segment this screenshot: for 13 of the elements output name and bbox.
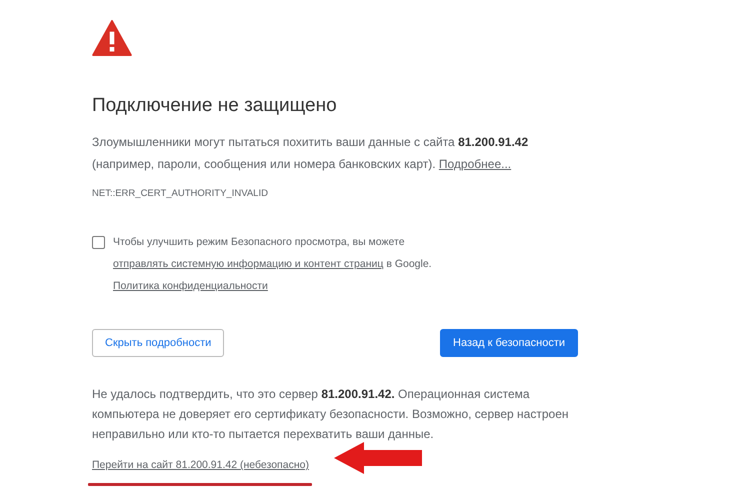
consent-link[interactable]: отправлять системную информацию и контент страниц [113,258,384,270]
details-text: Не удалось подтвердить, что это сервер 81.200.91.42. Операционная система компьютера не доверяет его сертификату безопасности. Возможно, сервер настроен неправильно или кто-то пытается перехватить ваши данные. [92,386,570,443]
error-code: NET::ERR_CERT_AUTHORITY_INVALID [92,187,269,201]
consent-link[interactable]: Политика конфиденциальности [113,280,268,292]
back-to-safety-button[interactable]: Назад к безопасности [440,329,578,357]
page-title: Подключение не защищено [92,94,338,118]
checkbox[interactable] [92,236,105,249]
consent-text: Чтобы улучшить режим Безопасного просмотра, вы можете отправлять системную информацию и контент страниц в Google. Политика конфиденциальности [113,235,433,294]
details-link[interactable]: Подробнее... [438,157,512,171]
warning-icon [92,20,132,56]
proceed-link[interactable]: Перейти на сайт 81.200.91.42 (небезопасно) [92,459,309,471]
hide-details-button[interactable]: Скрыть подробности [92,329,224,357]
warning-text: Злоумышленники могут пытаться похитить ваши данные с сайта 81.200.91.42 (например, пароли, сообщения или номера банковских карт). Подробнее... [92,134,530,173]
